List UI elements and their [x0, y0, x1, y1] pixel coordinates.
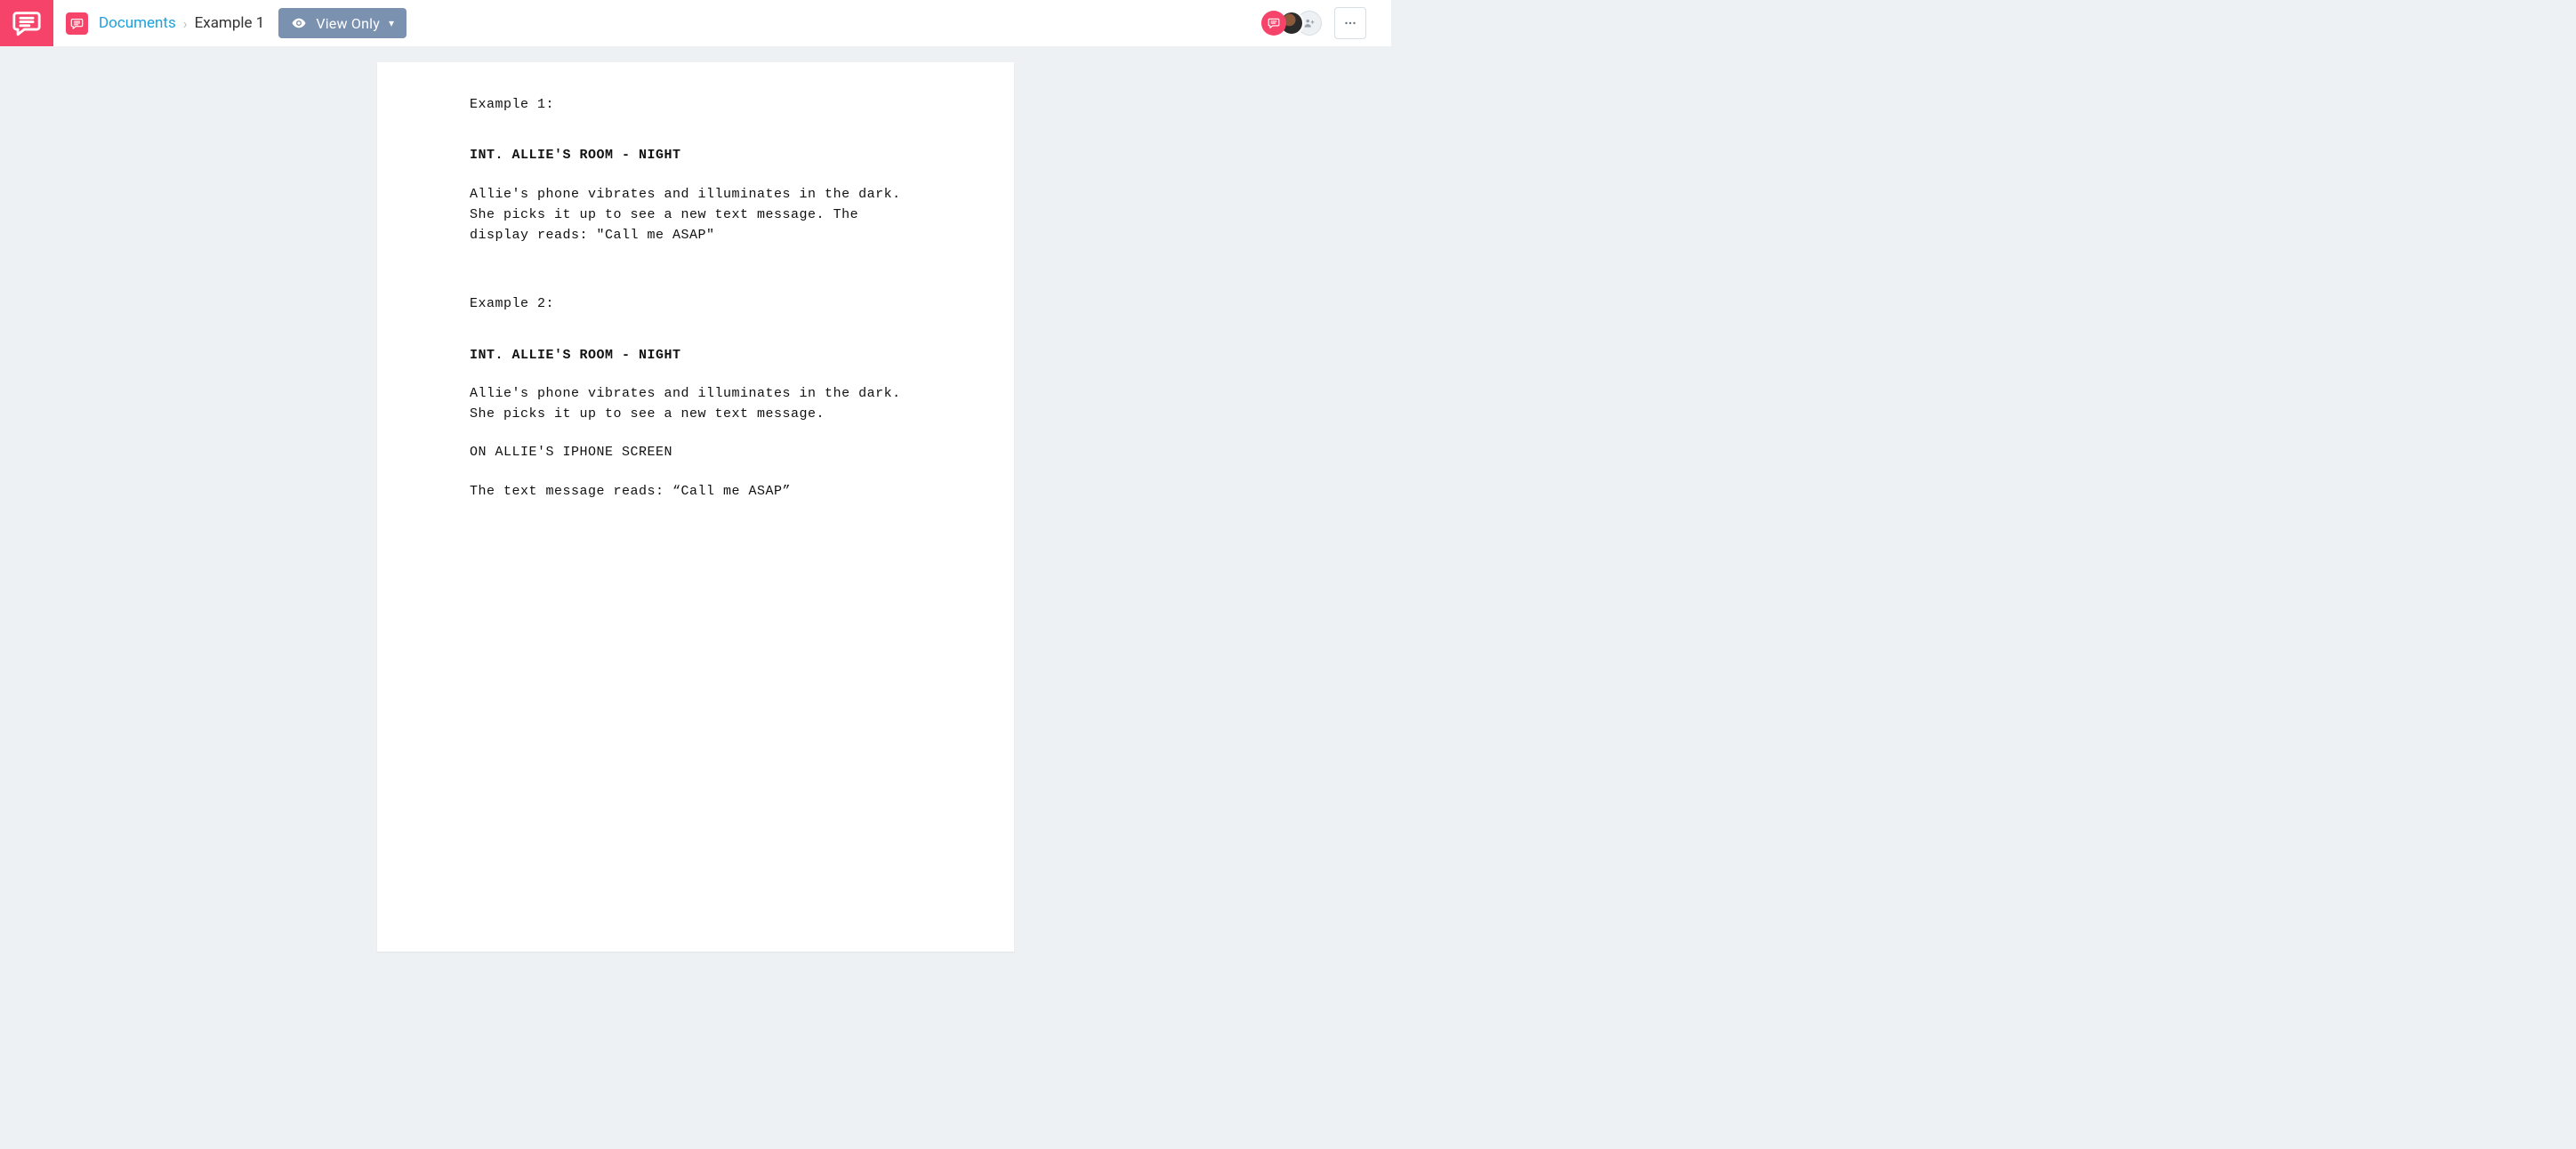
chat-bubble-icon: [1268, 17, 1280, 29]
spacer: [470, 366, 922, 383]
app-header: Documents › Example 1 View Only ▾: [0, 0, 1391, 46]
more-menu-button[interactable]: [1334, 7, 1366, 39]
script-paragraph: Allie's phone vibrates and illuminates i…: [470, 184, 922, 246]
document-page[interactable]: Example 1: INT. ALLIE'S ROOM - NIGHT Allie…: [377, 62, 1014, 952]
brand-logo[interactable]: [0, 0, 53, 46]
spacer: [470, 245, 922, 276]
chat-bubble-icon: [12, 8, 42, 38]
spacer: [470, 115, 922, 145]
script-paragraph: Example 2:: [470, 293, 922, 314]
scene-heading: INT. ALLIE'S ROOM - NIGHT: [470, 145, 922, 165]
spacer: [470, 463, 922, 481]
chat-bubble-icon: [70, 17, 84, 30]
header-content: Documents › Example 1 View Only ▾: [53, 0, 1391, 46]
scene-heading: INT. ALLIE'S ROOM - NIGHT: [470, 345, 922, 366]
spacer: [470, 424, 922, 442]
eye-icon: [291, 15, 307, 31]
presence-avatars[interactable]: [1261, 11, 1322, 36]
script-paragraph: Allie's phone vibrates and illuminates i…: [470, 383, 922, 425]
chevron-down-icon: ▾: [389, 17, 394, 29]
spacer: [470, 276, 922, 293]
spacer: [470, 166, 922, 184]
breadcrumb: Documents › Example 1: [99, 14, 264, 32]
presence-chat-badge[interactable]: [1261, 11, 1286, 36]
spacer: [470, 315, 922, 345]
breadcrumb-documents-link[interactable]: Documents: [99, 14, 176, 32]
header-right: [1261, 7, 1379, 39]
script-paragraph: Example 1:: [470, 94, 922, 115]
script-paragraph: The text message reads: “Call me ASAP”: [470, 481, 922, 502]
person-add-icon: [1303, 17, 1316, 29]
mini-brand-button[interactable]: [66, 12, 88, 35]
breadcrumb-current: Example 1: [195, 14, 265, 32]
script-paragraph: ON ALLIE'S IPHONE SCREEN: [470, 442, 922, 462]
chevron-right-icon: ›: [183, 15, 188, 32]
more-horizontal-icon: [1342, 15, 1358, 31]
view-mode-button[interactable]: View Only ▾: [278, 8, 407, 38]
view-mode-label: View Only: [316, 15, 380, 32]
document-canvas: Example 1: INT. ALLIE'S ROOM - NIGHT Allie…: [0, 46, 1391, 621]
